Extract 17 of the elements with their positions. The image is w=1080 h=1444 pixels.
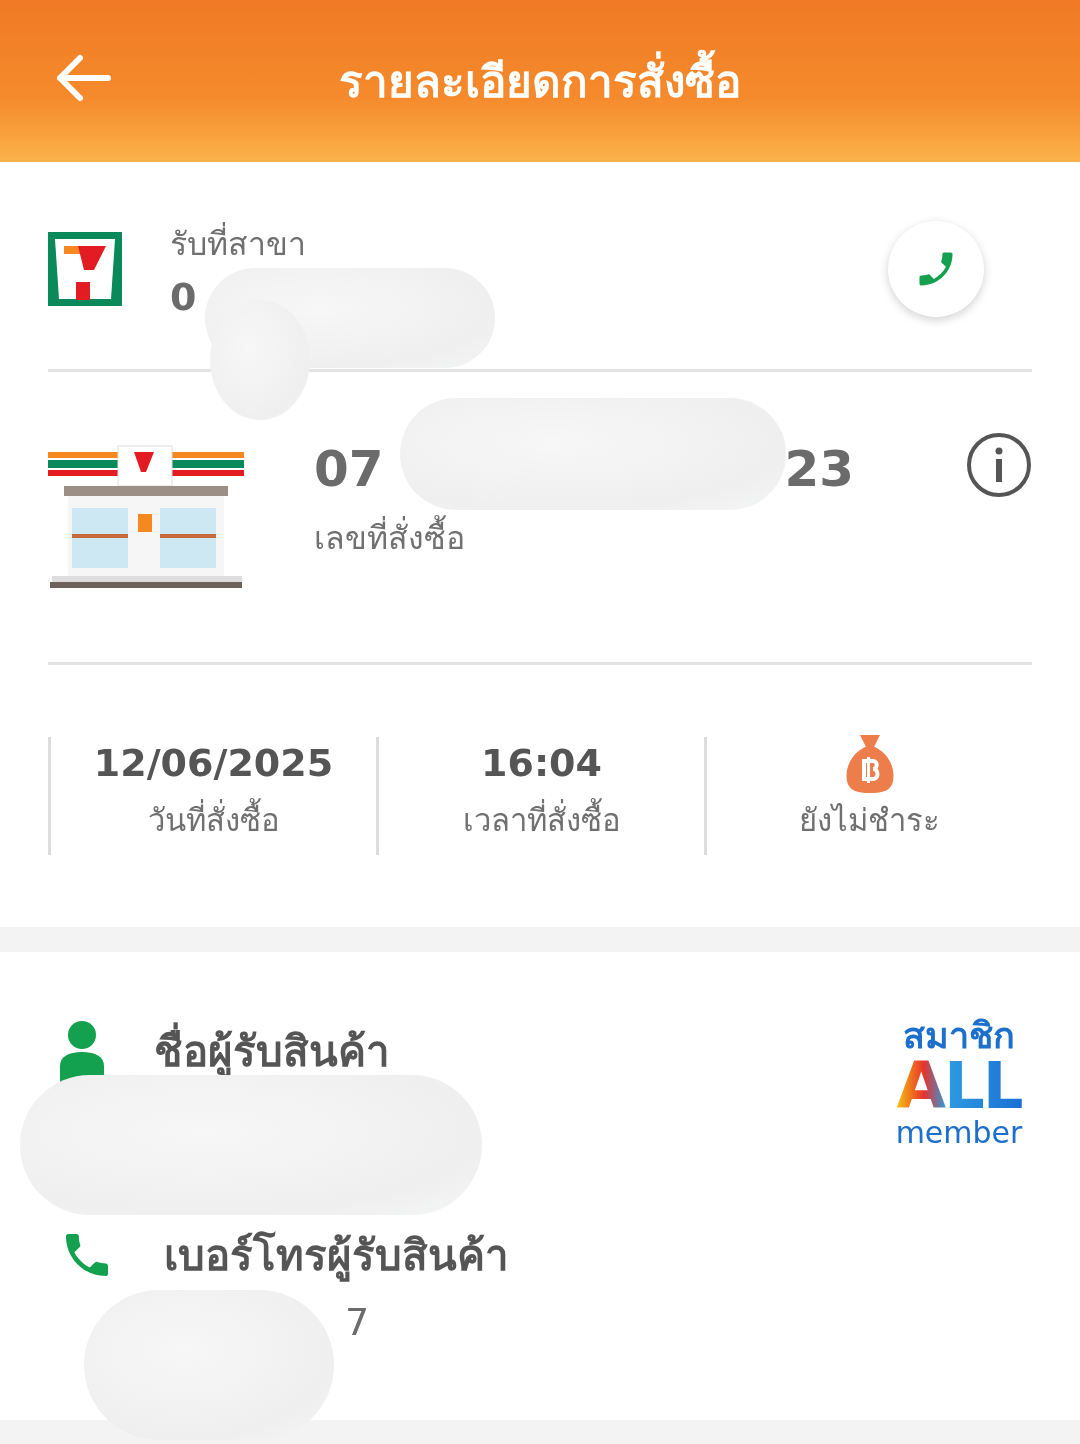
branch-name: 0	[170, 275, 198, 319]
order-number: 23	[784, 440, 854, 498]
summary-label: เวลาที่สั่งซื้อ	[462, 795, 621, 845]
recipient-name-label: ชื่อผู้รับสินค้า	[154, 1018, 390, 1084]
summary-label: วันที่สั่งซื้อ	[147, 795, 280, 845]
pickup-label: รับที่สาขา	[170, 218, 306, 269]
order-number: 07	[314, 440, 384, 498]
order-date: 12/06/2025	[93, 740, 334, 787]
recipient-phone: 7	[345, 1300, 370, 1344]
summary-label: ยังไม่ชำระ	[799, 801, 940, 840]
page-title: รายละเอียดการสั่งซื้อ	[339, 46, 741, 116]
order-number-label: เลขที่สั่งซื้อ	[314, 512, 966, 563]
order-time: 16:04	[481, 740, 602, 787]
recipient-phone-label: เบอร์โทรผู้รับสินค้า	[164, 1230, 509, 1284]
call-button[interactable]	[888, 221, 984, 317]
member-logo: สมาชิก ALL member	[894, 1018, 1024, 1148]
info-icon[interactable]	[966, 432, 1032, 498]
